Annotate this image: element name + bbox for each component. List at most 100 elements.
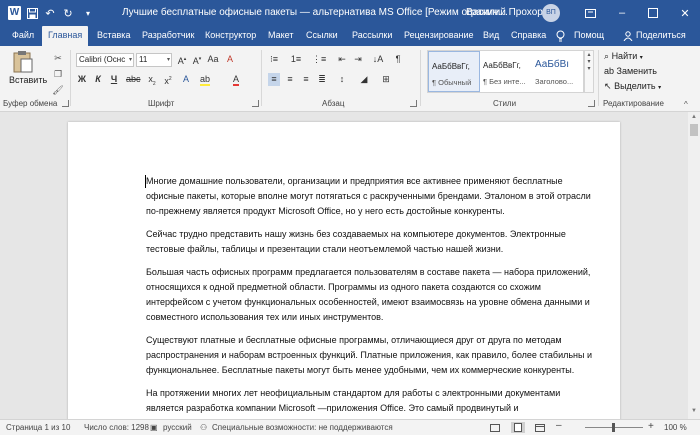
tab-mailings[interactable]: Рассылки <box>346 26 398 46</box>
superscript-icon[interactable]: x2 <box>162 73 174 86</box>
share-button[interactable]: Поделиться <box>636 26 686 46</box>
replace-button[interactable]: ab Заменить <box>604 66 657 76</box>
close-icon[interactable]: ✕ <box>670 0 700 26</box>
numbering-icon[interactable]: 1≡ <box>290 53 302 66</box>
zoom-level[interactable]: 100 % <box>664 423 687 432</box>
shading-icon[interactable]: ◢ <box>358 73 370 86</box>
change-case-icon[interactable]: Aa <box>207 53 219 66</box>
zoom-slider-handle[interactable] <box>612 423 615 432</box>
line-spacing-icon[interactable]: ↕ <box>336 73 348 86</box>
paragraph-group-label: Абзац <box>322 99 345 108</box>
user-name[interactable]: Василий Прохоров <box>466 7 554 18</box>
paste-icon[interactable] <box>12 50 34 74</box>
copy-icon[interactable]: ❐ <box>52 68 64 80</box>
clear-formatting-icon[interactable]: A <box>224 53 236 66</box>
tab-insert[interactable]: Вставка <box>91 26 136 46</box>
format-painter-icon[interactable]: 🖌 <box>52 84 64 96</box>
align-center-icon[interactable]: ≡ <box>284 73 296 86</box>
align-left-icon[interactable]: ≡ <box>268 73 280 86</box>
paste-button[interactable]: Вставить <box>9 75 47 85</box>
scroll-thumb[interactable] <box>690 124 698 136</box>
styles-more-icon[interactable]: ▴ ▾ ▾ <box>584 50 594 93</box>
font-size-select[interactable]: 11 ▾ <box>136 53 172 67</box>
tab-help[interactable]: Справка <box>505 26 552 46</box>
web-layout-icon[interactable] <box>533 422 547 433</box>
style-normal[interactable]: АаБбВвГг, ¶ Обычный <box>428 51 480 92</box>
vertical-scrollbar[interactable]: ▲ ▼ <box>688 112 700 419</box>
paragraph[interactable]: Многие домашние пользователи, организаци… <box>146 174 596 219</box>
lightbulb-icon[interactable] <box>556 26 565 46</box>
document-page[interactable]: Многие домашние пользователи, организаци… <box>68 122 620 435</box>
zoom-out-icon[interactable]: – <box>556 420 562 431</box>
justify-icon[interactable]: ≣ <box>316 73 328 86</box>
tab-developer[interactable]: Разработчик <box>136 26 200 46</box>
scroll-down-icon[interactable]: ▼ <box>690 408 698 416</box>
accessibility-status[interactable]: Специальные возможности: не поддерживают… <box>212 423 393 432</box>
italic-button[interactable]: К <box>92 73 104 86</box>
clipboard-launcher-icon[interactable] <box>62 100 69 107</box>
ribbon-display-options-icon[interactable] <box>575 0 605 26</box>
word-icon[interactable]: W <box>8 6 21 20</box>
zoom-in-icon[interactable]: + <box>648 421 654 432</box>
chevron-down-icon: ▾ <box>658 85 662 91</box>
select-button[interactable]: ↖ Выделить ▾ <box>604 81 661 92</box>
tab-design[interactable]: Конструктор <box>199 26 262 46</box>
align-right-icon[interactable]: ≡ <box>300 73 312 86</box>
tab-view[interactable]: Вид <box>477 26 505 46</box>
subscript-icon[interactable]: x2 <box>146 73 158 87</box>
paragraph[interactable]: Существуют платные и бесплатные офисные … <box>146 333 596 378</box>
bold-button[interactable]: Ж <box>76 73 88 86</box>
share-icon[interactable] <box>623 26 633 46</box>
customize-chevron-icon[interactable]: ▾ <box>80 5 96 21</box>
strikethrough-icon[interactable]: abc <box>126 73 141 86</box>
clipboard-group-label: Буфер обмена <box>3 99 58 108</box>
style-heading-1[interactable]: АаБбВı Заголово... <box>532 51 584 92</box>
style-no-spacing[interactable]: АаБбВвГг, ¶ Без инте... <box>480 51 532 92</box>
bullets-icon[interactable]: ⁝≡ <box>268 53 280 66</box>
find-button[interactable]: ⌕ Найти ▾ <box>604 51 643 62</box>
save-icon[interactable] <box>24 5 40 21</box>
underline-button[interactable]: Ч <box>108 73 120 86</box>
cut-icon[interactable]: ✂ <box>52 52 64 64</box>
tab-home[interactable]: Главная <box>42 26 89 46</box>
shrink-font-icon[interactable]: A▾ <box>191 53 203 66</box>
word-count[interactable]: Число слов: 1298 <box>84 423 149 432</box>
pilcrow-icon[interactable]: ¶ <box>392 53 404 66</box>
focus-mode-icon[interactable] <box>488 422 502 433</box>
paragraph-launcher-icon[interactable] <box>410 100 417 107</box>
font-launcher-icon[interactable] <box>252 100 259 107</box>
paragraph[interactable]: На протяжении многих лет неофициальным с… <box>146 386 596 416</box>
collapse-ribbon-icon[interactable]: ^ <box>684 100 688 109</box>
tell-me-search[interactable]: Помощ <box>574 26 604 46</box>
tab-review[interactable]: Рецензирование <box>398 26 480 46</box>
font-family-select[interactable]: Calibri (Оснс ▾ <box>76 53 134 67</box>
text-effects-icon[interactable]: A <box>180 73 192 86</box>
grow-font-icon[interactable]: A▴ <box>176 53 188 66</box>
page-count[interactable]: Страница 1 из 10 <box>6 423 70 432</box>
print-layout-icon[interactable] <box>511 422 525 433</box>
sort-icon[interactable]: ↓A <box>372 53 384 66</box>
paragraph[interactable]: Сейчас трудно представить нашу жизнь без… <box>146 227 596 257</box>
document-area: Многие домашние пользователи, организаци… <box>0 112 688 435</box>
tab-file[interactable]: Файл <box>6 26 40 46</box>
minimize-icon[interactable]: – <box>607 0 637 26</box>
scroll-up-icon[interactable]: ▲ <box>690 114 698 122</box>
proofing-icon[interactable]: ▣ <box>150 423 158 432</box>
undo-icon[interactable]: ↶ <box>42 5 58 21</box>
font-color-icon[interactable]: A <box>230 73 242 86</box>
highlight-icon[interactable]: ab <box>199 73 211 86</box>
avatar[interactable]: ВП <box>542 4 560 22</box>
language[interactable]: русский <box>163 423 192 432</box>
redo-icon[interactable]: ↻ <box>60 5 76 21</box>
multilevel-list-icon[interactable]: ⋮≡ <box>312 53 326 66</box>
styles-launcher-icon[interactable] <box>588 100 595 107</box>
paragraph[interactable]: Большая часть офисных программ предлагае… <box>146 265 596 325</box>
tab-layout[interactable]: Макет <box>262 26 299 46</box>
decrease-indent-icon[interactable]: ⇤ <box>336 53 348 66</box>
increase-indent-icon[interactable]: ⇥ <box>352 53 364 66</box>
maximize-icon[interactable] <box>638 0 668 26</box>
accessibility-icon[interactable]: ⚇ <box>200 423 207 432</box>
borders-icon[interactable]: ⊞ <box>380 73 392 86</box>
document-body[interactable]: Многие домашние пользователи, организаци… <box>146 174 596 424</box>
tab-references[interactable]: Ссылки <box>300 26 344 46</box>
